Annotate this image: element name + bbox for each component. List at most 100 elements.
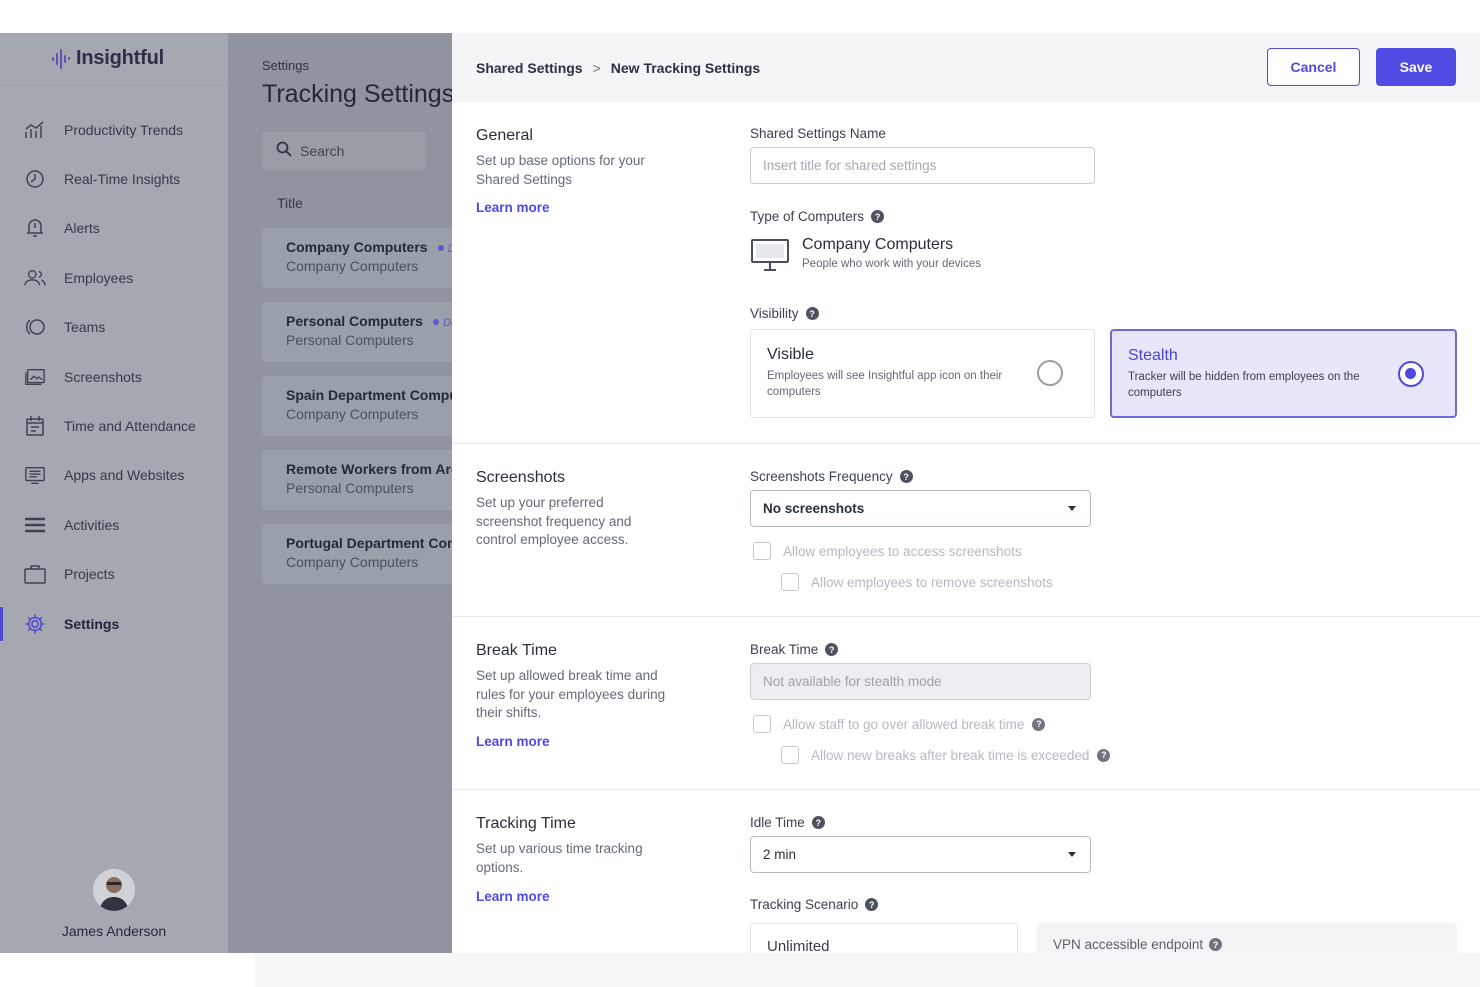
sidebar-item-label: Screenshots [64,368,142,385]
help-icon[interactable]: ? [1032,717,1046,731]
computer-type-title: Company Computers [802,236,954,253]
help-icon[interactable]: ? [825,643,839,656]
bottom-strip [255,953,1480,987]
checkbox-allow-access[interactable]: Allow employees to access screenshots [753,542,1022,560]
section-title-screenshots: Screenshots [476,469,565,486]
section-desc-break-time: Set up allowed break time and rules for … [476,668,666,720]
checkbox-allow-remove[interactable]: Allow employees to remove screenshots [781,573,1053,591]
logo-text: Insightful [76,47,164,69]
sidebar: Insightful Productivity Trends Real-Time… [0,33,228,953]
checkbox-allow-over-break[interactable]: Allow staff to go over allowed break tim… [753,715,1046,733]
tracking-scenario-vpn[interactable]: VPN accessible endpoint ? [1037,923,1457,953]
section-title-tracking-time: Tracking Time [476,815,576,832]
list-item[interactable]: Remote Workers from Arge Personal Comput… [262,450,452,510]
sidebar-item-label: Settings [64,615,120,632]
checkbox[interactable] [753,715,771,733]
help-icon[interactable]: ? [865,898,879,911]
radio-visible[interactable] [1037,360,1063,386]
checkbox-label: Allow employees to remove screenshots [811,574,1053,590]
chart-trend-icon [24,119,46,141]
checkbox-label: Allow employees to access screenshots [783,543,1022,559]
sidebar-item-activities[interactable]: Activities [0,500,228,549]
checkbox[interactable] [753,542,771,560]
list-item[interactable]: Spain Department Comput Company Computer… [262,376,452,436]
screenshots-frequency-select[interactable]: No screenshots [750,490,1091,527]
list-breadcrumb[interactable]: Settings [262,58,309,73]
learn-more-link[interactable]: Learn more [476,734,550,749]
save-button[interactable]: Save [1376,48,1456,86]
checkbox[interactable] [781,746,799,764]
breadcrumb-separator: > [592,60,601,76]
tracking-scenario-unlimited[interactable]: Unlimited [750,923,1018,953]
section-desc-general: Set up base options for your Shared Sett… [476,153,645,187]
default-badge: Def [442,317,452,329]
sidebar-item-screenshots[interactable]: Screenshots [0,352,228,401]
sidebar-item-projects[interactable]: Projects [0,550,228,599]
radio-stealth[interactable] [1398,361,1424,387]
help-icon[interactable]: ? [871,210,885,223]
learn-more-link[interactable]: Learn more [476,889,550,904]
sidebar-item-settings[interactable]: Settings [0,599,228,648]
image-icon [24,366,46,388]
learn-more-link[interactable]: Learn more [476,200,550,215]
sidebar-item-alerts[interactable]: Alerts [0,204,228,253]
break-time-input: Not available for stealth mode [750,663,1091,700]
logo-mark-icon [52,48,70,70]
teams-icon [24,316,46,338]
help-icon[interactable]: ? [1097,748,1111,762]
visibility-option-visible[interactable]: Visible Employees will see Insightful ap… [750,329,1095,418]
sidebar-item-teams[interactable]: Teams [0,303,228,352]
list-item[interactable]: Portugal Department Com Company Computer… [262,524,452,584]
section-desc-screenshots: Set up your preferred screenshot frequen… [476,495,632,547]
tracking-settings-drawer: Shared Settings > New Tracking Settings … [452,33,1480,953]
search-input[interactable]: Search [262,132,426,170]
bell-icon [24,217,46,239]
computer-type: Company Computers People who work with y… [750,236,981,277]
sidebar-item-label: Apps and Websites [64,467,185,484]
help-icon[interactable]: ? [899,470,913,483]
sidebar-item-productivity-trends[interactable]: Productivity Trends [0,105,228,154]
logo[interactable]: Insightful [52,47,164,70]
sidebar-item-label: Real-Time Insights [64,171,181,188]
list-item[interactable]: Personal Computers Def Personal Computers [262,302,452,362]
help-icon[interactable]: ? [1209,938,1223,951]
breadcrumb-parent[interactable]: Shared Settings [476,60,583,76]
sidebar-item-label: Activities [64,516,120,533]
field-label: Screenshots Frequency? [750,469,913,484]
visibility-option-stealth[interactable]: Stealth Tracker will be hidden from empl… [1110,329,1457,418]
avatar [93,869,135,911]
sidebar-item-real-time-insights[interactable]: Real-Time Insights [0,154,228,203]
select-value: No screenshots [763,501,865,516]
idle-time-select[interactable]: 2 min [750,836,1091,873]
checkbox[interactable] [781,573,799,591]
option-description: Employees will see Insightful app icon o… [767,370,1003,398]
logo-divider [0,85,228,86]
list-item-sub: Personal Computers [286,480,414,496]
breadcrumb: Shared Settings > New Tracking Settings [476,60,760,76]
checkbox-label: Allow staff to go over allowed break tim… [783,716,1025,732]
sidebar-item-apps-and-websites[interactable]: Apps and Websites [0,451,228,500]
default-dot-icon [432,318,439,325]
drawer-header: Shared Settings > New Tracking Settings … [452,33,1480,102]
shared-settings-name-input[interactable] [750,147,1095,184]
option-title: Unlimited [767,938,830,953]
checkbox-allow-new-breaks[interactable]: Allow new breaks after break time is exc… [781,746,1111,764]
chevron-down-icon [1068,852,1076,857]
help-icon[interactable]: ? [811,816,825,829]
monitor-icon [750,236,790,277]
clock-icon [24,168,46,190]
cancel-button[interactable]: Cancel [1267,48,1360,86]
section-divider [452,616,1480,617]
field-label: Idle Time? [750,815,825,830]
column-header-title[interactable]: Title [277,195,303,211]
list-item[interactable]: Company ComputersDe Company Computers [262,228,452,288]
sidebar-item-label: Alerts [64,220,100,237]
option-description: Tracker will be hidden from employees on… [1128,371,1360,399]
breadcrumb-current: New Tracking Settings [610,60,761,76]
sidebar-item-time-and-attendance[interactable]: Time and Attendance [0,401,228,450]
user-profile[interactable]: James Anderson [0,869,228,939]
help-icon[interactable]: ? [805,307,819,320]
sidebar-item-employees[interactable]: Employees [0,253,228,302]
user-name: James Anderson [61,923,167,939]
section-title-break-time: Break Time [476,642,557,659]
